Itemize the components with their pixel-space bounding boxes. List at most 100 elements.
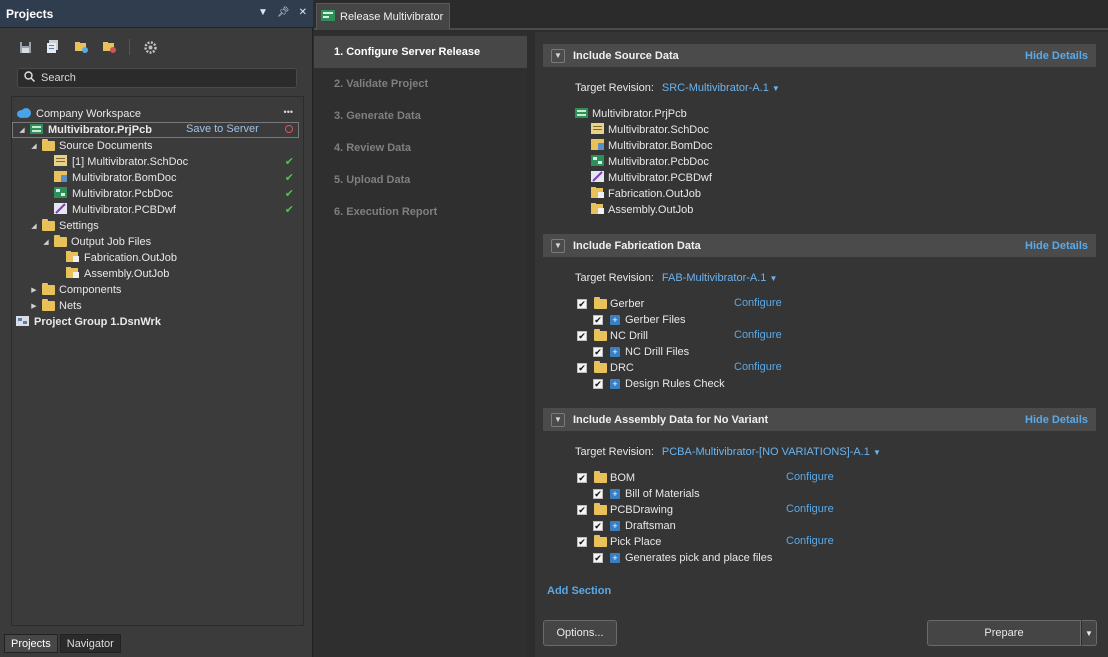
gear-icon[interactable] [142, 39, 158, 55]
tab-projects[interactable]: Projects [4, 634, 58, 653]
dropdown-arrow-icon: ▼ [771, 84, 780, 93]
file-label: Multivibrator.BomDoc [608, 140, 713, 152]
hide-details-link[interactable]: Hide Details [1025, 240, 1088, 252]
folder-icon [42, 139, 55, 151]
checkbox[interactable]: ✔ [577, 505, 587, 515]
schematic-doc-icon [54, 154, 68, 170]
checkbox[interactable]: ✔ [577, 473, 587, 483]
projects-panel-title: Projects [6, 6, 54, 21]
save-all-icon[interactable] [45, 39, 61, 55]
configure-link[interactable]: Configure [786, 503, 834, 515]
source-file: Fabrication.OutJob [591, 186, 701, 202]
asm-subitem-bill-of-materials: ✔ + Bill of Materials [593, 486, 700, 502]
checkbox[interactable]: ✔ [593, 315, 603, 325]
open-project-icon[interactable] [73, 39, 89, 55]
configure-link[interactable]: Configure [734, 361, 782, 373]
configure-link[interactable]: Configure [734, 329, 782, 341]
configure-link[interactable]: Configure [734, 297, 782, 309]
panel-menu-icon[interactable]: ▼ [258, 7, 268, 18]
checkbox[interactable]: ✔ [593, 489, 603, 499]
step-configure-server-release[interactable]: 1. Configure Server Release [314, 36, 527, 68]
collapse-toggle-icon[interactable]: ▼ [551, 238, 565, 253]
check-icon: ✔ [284, 188, 294, 200]
folder-icon [594, 329, 607, 341]
project-search-input[interactable]: Search [17, 68, 297, 88]
tree-item-project-group[interactable]: Project Group 1.DsnWrk [16, 314, 161, 330]
tree-item-output-job-files[interactable]: ◢ Output Job Files [42, 234, 151, 250]
checkbox[interactable]: ✔ [593, 347, 603, 357]
collapse-icon[interactable]: ◢ [42, 238, 50, 246]
bom-doc-icon [54, 170, 68, 186]
project-options-icon[interactable] [101, 39, 117, 55]
hide-details-link[interactable]: Hide Details [1025, 414, 1088, 426]
prepare-dropdown-icon[interactable]: ▼ [1081, 620, 1097, 646]
file-label: Assembly.OutJob [608, 204, 694, 216]
configure-link[interactable]: Configure [786, 535, 834, 547]
dropdown-arrow-icon: ▼ [872, 448, 881, 457]
tree-item-schdoc[interactable]: [1] Multivibrator.SchDoc [54, 154, 188, 170]
section-title: Include Assembly Data for No Variant [573, 413, 769, 426]
step-upload-data[interactable]: 5. Upload Data [314, 164, 527, 196]
checkbox[interactable]: ✔ [577, 299, 587, 309]
expand-icon[interactable]: ▶ [30, 302, 38, 310]
projects-toolbar [0, 36, 313, 58]
asm-item-pick-place: ✔ Pick Place [577, 534, 661, 550]
prepare-button[interactable]: Prepare [927, 620, 1081, 646]
plus-icon: + [610, 315, 620, 325]
draftsman-doc-icon [591, 170, 605, 186]
tree-item-pcbdoc[interactable]: Multivibrator.PcbDoc [54, 186, 173, 202]
save-to-server-link[interactable]: Save to Server [186, 123, 259, 135]
pcb-project-icon [30, 122, 44, 138]
tree-item-nets[interactable]: ▶ Nets [30, 298, 82, 314]
target-revision-dropdown[interactable]: FAB-Multivibrator-A.1 ▼ [662, 272, 778, 284]
section-title: Include Fabrication Data [573, 239, 701, 252]
document-label: [1] Multivibrator.SchDoc [72, 156, 189, 168]
target-revision-value: SRC-Multivibrator-A.1 [661, 82, 769, 94]
step-review-data[interactable]: 4. Review Data [314, 132, 527, 164]
tree-item-source-documents[interactable]: ◢ Source Documents [30, 138, 153, 154]
checkbox[interactable]: ✔ [577, 537, 587, 547]
tree-item-pcbdwf[interactable]: Multivibrator.PCBDwf [54, 202, 176, 218]
tree-item-workspace[interactable]: Company Workspace [16, 106, 141, 122]
target-revision-dropdown[interactable]: SRC-Multivibrator-A.1 ▼ [662, 82, 780, 94]
hide-details-link[interactable]: Hide Details [1025, 50, 1088, 62]
pin-icon[interactable]: 📌︎ [277, 7, 290, 18]
workspace-more-button[interactable]: ••• [284, 107, 293, 117]
checkbox[interactable]: ✔ [577, 363, 587, 373]
panel-tabs: Projects Navigator [4, 634, 121, 654]
options-button[interactable]: Options... [543, 620, 617, 646]
collapse-icon[interactable]: ◢ [18, 126, 26, 134]
checkbox[interactable]: ✔ [593, 521, 603, 531]
step-execution-report[interactable]: 6. Execution Report [314, 196, 527, 228]
tree-item-components[interactable]: ▶ Components [30, 282, 121, 298]
checkbox[interactable]: ✔ [593, 553, 603, 563]
add-section-link[interactable]: Add Section [547, 585, 611, 597]
search-placeholder: Search [41, 72, 76, 84]
tree-item-assembly-outjob[interactable]: Assembly.OutJob [66, 266, 169, 282]
collapse-icon[interactable]: ◢ [30, 222, 38, 230]
target-revision-label: Target Revision: [575, 446, 654, 458]
step-generate-data[interactable]: 3. Generate Data [314, 100, 527, 132]
tree-item-bomdoc[interactable]: Multivibrator.BomDoc [54, 170, 177, 186]
collapse-toggle-icon[interactable]: ▼ [551, 412, 565, 427]
checkbox[interactable]: ✔ [593, 379, 603, 389]
close-icon[interactable]: ✕ [299, 7, 307, 18]
expand-icon[interactable]: ▶ [30, 286, 38, 294]
folder-icon [594, 297, 607, 309]
collapse-icon[interactable]: ◢ [30, 142, 38, 150]
tree-item-settings[interactable]: ◢ Settings [30, 218, 99, 234]
step-validate-project[interactable]: 2. Validate Project [314, 68, 527, 100]
document-label: Multivibrator.PCBDwf [72, 204, 176, 216]
tab-navigator[interactable]: Navigator [59, 634, 121, 653]
tree-item-fabrication-outjob[interactable]: Fabrication.OutJob [66, 250, 177, 266]
save-icon[interactable] [17, 39, 33, 55]
tree-item-project[interactable]: ◢ Multivibrator.PrjPcb [18, 122, 152, 138]
tab-release-multivibrator[interactable]: Release Multivibrator [316, 3, 451, 30]
folder-icon [594, 503, 607, 515]
configure-link[interactable]: Configure [786, 471, 834, 483]
fab-subitem-design-rules-check: ✔ + Design Rules Check [593, 376, 725, 392]
checkbox[interactable]: ✔ [577, 331, 587, 341]
collapse-toggle-icon[interactable]: ▼ [551, 48, 565, 63]
target-revision-dropdown[interactable]: PCBA-Multivibrator-[NO VARIATIONS]-A.1 ▼ [662, 446, 881, 458]
plus-icon: + [610, 347, 620, 357]
